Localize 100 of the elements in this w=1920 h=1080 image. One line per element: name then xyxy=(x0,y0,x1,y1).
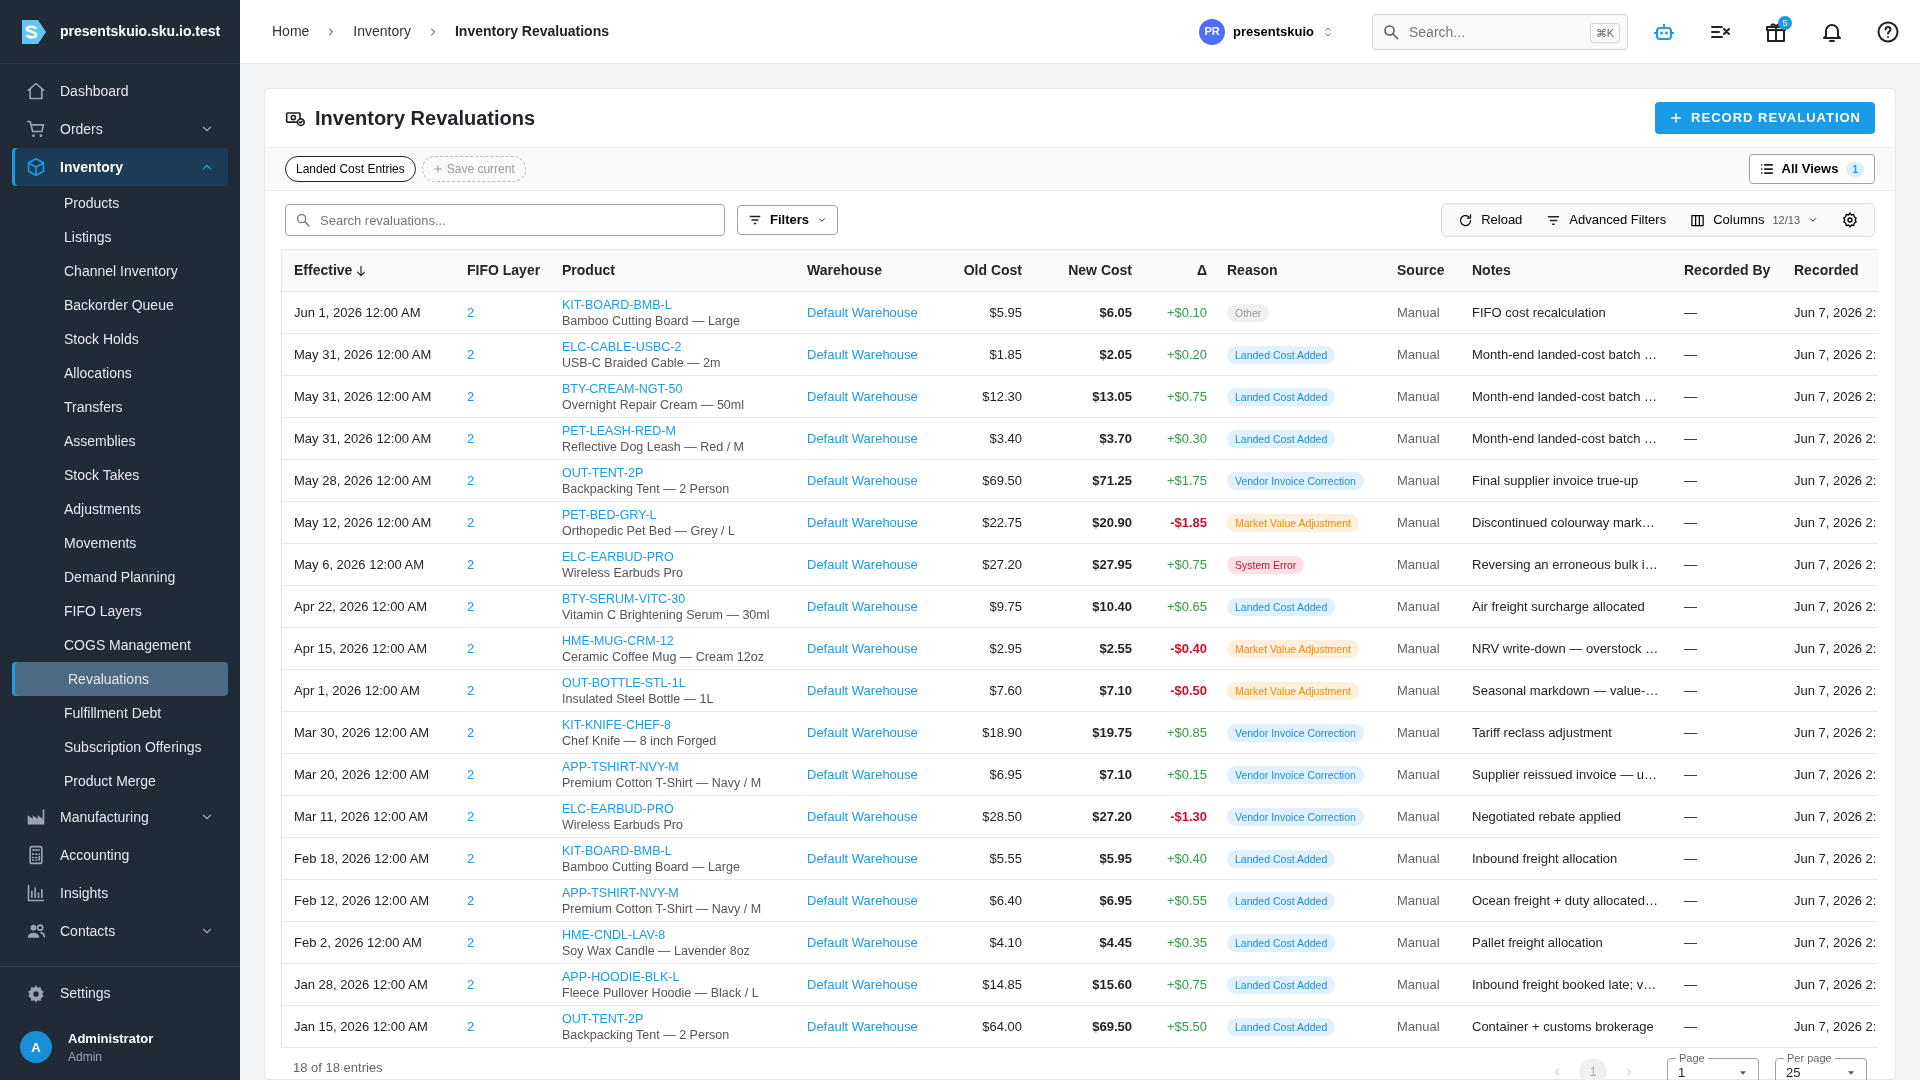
column-header[interactable]: Old Cost xyxy=(940,249,1030,292)
column-header[interactable]: Δ xyxy=(1140,249,1215,292)
fifo-layer-link[interactable]: 2 xyxy=(467,766,475,782)
fifo-layer-link[interactable]: 2 xyxy=(467,514,475,530)
sidebar-subitem[interactable]: Listings xyxy=(12,220,228,254)
sku-link[interactable]: KIT-BOARD-BMB-L xyxy=(562,296,787,313)
warehouse-link[interactable]: Default Warehouse xyxy=(807,934,918,950)
warehouse-link[interactable]: Default Warehouse xyxy=(807,346,918,362)
sidebar-item[interactable]: Orders xyxy=(12,110,228,148)
sidebar-subitem[interactable]: Stock Holds xyxy=(12,322,228,356)
fifo-layer-link[interactable]: 2 xyxy=(467,346,475,362)
sidebar-item[interactable]: Manufacturing xyxy=(12,798,228,836)
warehouse-link[interactable]: Default Warehouse xyxy=(807,430,918,446)
warehouse-link[interactable]: Default Warehouse xyxy=(807,472,918,488)
warehouse-link[interactable]: Default Warehouse xyxy=(807,640,918,656)
sidebar-subitem[interactable]: Product Merge xyxy=(12,764,228,798)
column-header[interactable]: New Cost xyxy=(1030,249,1140,292)
warehouse-link[interactable]: Default Warehouse xyxy=(807,892,918,908)
warehouse-link[interactable]: Default Warehouse xyxy=(807,724,918,740)
sidebar-item[interactable]: Insights xyxy=(12,874,228,912)
warehouse-link[interactable]: Default Warehouse xyxy=(807,850,918,866)
warehouse-link[interactable]: Default Warehouse xyxy=(807,304,918,320)
sku-link[interactable]: ELC-EARBUD-PRO xyxy=(562,548,787,565)
sku-link[interactable]: OUT-BOTTLE-STL-1L xyxy=(562,674,787,691)
sku-link[interactable]: BTY-SERUM-VITC-30 xyxy=(562,590,787,607)
sidebar-subitem[interactable]: Products xyxy=(12,186,228,220)
sidebar-subitem[interactable]: FIFO Layers xyxy=(12,594,228,628)
fifo-layer-link[interactable]: 2 xyxy=(467,304,475,320)
fifo-layer-link[interactable]: 2 xyxy=(467,808,475,824)
column-header[interactable]: Recorded By xyxy=(1672,249,1782,292)
fifo-layer-link[interactable]: 2 xyxy=(467,640,475,656)
column-header[interactable]: Source xyxy=(1385,249,1460,292)
sku-link[interactable]: APP-HOODIE-BLK-L xyxy=(562,968,787,985)
column-header[interactable]: Notes xyxy=(1460,249,1672,292)
account-switcher[interactable]: PR presentskuio xyxy=(1193,17,1340,46)
sidebar-subitem[interactable]: Adjustments xyxy=(12,492,228,526)
warehouse-link[interactable]: Default Warehouse xyxy=(807,682,918,698)
warehouse-link[interactable]: Default Warehouse xyxy=(807,766,918,782)
sku-link[interactable]: APP-TSHIRT-NVY-M xyxy=(562,884,787,901)
fifo-layer-link[interactable]: 2 xyxy=(467,472,475,488)
sidebar-item[interactable]: Dashboard xyxy=(12,72,228,110)
sidebar-subitem[interactable]: Fulfillment Debt xyxy=(12,696,228,730)
column-header[interactable]: Warehouse xyxy=(795,249,940,292)
advanced-filters-button[interactable]: Advanced Filters xyxy=(1536,205,1677,235)
fifo-layer-link[interactable]: 2 xyxy=(467,850,475,866)
sidebar-subitem[interactable]: Transfers xyxy=(12,390,228,424)
sidebar-subitem[interactable]: Revaluations xyxy=(12,662,228,696)
sidebar-subitem[interactable]: COGS Management xyxy=(12,628,228,662)
warehouse-link[interactable]: Default Warehouse xyxy=(807,556,918,572)
sku-link[interactable]: PET-LEASH-RED-M xyxy=(562,422,787,439)
fifo-layer-link[interactable]: 2 xyxy=(467,724,475,740)
fifo-layer-link[interactable]: 2 xyxy=(467,1018,475,1034)
column-header[interactable]: Reason xyxy=(1215,249,1385,292)
breadcrumb-link[interactable]: Inventory xyxy=(353,21,411,42)
fifo-layer-link[interactable]: 2 xyxy=(467,388,475,404)
sidebar-subitem[interactable]: Backorder Queue xyxy=(12,288,228,322)
search-field[interactable]: Search revaluations... xyxy=(285,204,725,236)
sidebar-subitem[interactable]: Allocations xyxy=(12,356,228,390)
fifo-layer-link[interactable]: 2 xyxy=(467,556,475,572)
column-header[interactable]: Product xyxy=(550,249,795,292)
sidebar-subitem[interactable]: Movements xyxy=(12,526,228,560)
record-revaluation-button[interactable]: RECORD REVALUATION xyxy=(1655,102,1875,134)
sku-link[interactable]: HME-MUG-CRM-12 xyxy=(562,632,787,649)
sku-link[interactable]: KIT-KNIFE-CHEF-8 xyxy=(562,716,787,733)
column-header[interactable]: Effective xyxy=(282,249,455,292)
fifo-layer-link[interactable]: 2 xyxy=(467,892,475,908)
sku-link[interactable]: ELC-EARBUD-PRO xyxy=(562,800,787,817)
warehouse-link[interactable]: Default Warehouse xyxy=(807,1018,918,1034)
sidebar-item[interactable]: Accounting xyxy=(12,836,228,874)
column-header[interactable]: Recorded xyxy=(1782,249,1878,292)
warehouse-link[interactable]: Default Warehouse xyxy=(807,514,918,530)
sku-link[interactable]: ELC-CABLE-USBC-2 xyxy=(562,338,787,355)
sidebar-subitem[interactable]: Stock Takes xyxy=(12,458,228,492)
settings-link[interactable]: Settings xyxy=(12,974,228,1013)
saved-view-chip[interactable]: Landed Cost Entries xyxy=(285,156,416,182)
sku-link[interactable]: OUT-TENT-2P xyxy=(562,464,787,481)
sku-link[interactable]: HME-CNDL-LAV-8 xyxy=(562,926,787,943)
sidebar-subitem[interactable]: Assemblies xyxy=(12,424,228,458)
column-header[interactable]: FIFO Layer xyxy=(455,249,550,292)
breadcrumb-link[interactable]: Home xyxy=(272,21,310,42)
sidebar-subitem[interactable]: Demand Planning xyxy=(12,560,228,594)
columns-button[interactable]: Columns 12/13 xyxy=(1680,205,1828,235)
sku-link[interactable]: OUT-TENT-2P xyxy=(562,1010,787,1027)
warehouse-link[interactable]: Default Warehouse xyxy=(807,976,918,992)
gifts-button[interactable]: 5 xyxy=(1756,11,1796,52)
sidebar-item[interactable]: Inventory xyxy=(12,148,228,186)
fifo-layer-link[interactable]: 2 xyxy=(467,598,475,614)
sku-link[interactable]: BTY-CREAM-NGT-50 xyxy=(562,380,787,397)
warehouse-link[interactable]: Default Warehouse xyxy=(807,808,918,824)
fifo-layer-link[interactable]: 2 xyxy=(467,682,475,698)
page-button[interactable]: 1 xyxy=(1579,1058,1607,1080)
sidebar-item[interactable]: Contacts xyxy=(12,912,228,950)
warehouse-link[interactable]: Default Warehouse xyxy=(807,388,918,404)
sku-link[interactable]: APP-TSHIRT-NVY-M xyxy=(562,758,787,775)
sku-link[interactable]: PET-BED-GRY-L xyxy=(562,506,787,523)
reload-button[interactable]: Reload xyxy=(1448,205,1533,235)
fifo-layer-link[interactable]: 2 xyxy=(467,976,475,992)
filters-button[interactable]: Filters xyxy=(737,205,838,235)
fifo-layer-link[interactable]: 2 xyxy=(467,430,475,446)
fifo-layer-link[interactable]: 2 xyxy=(467,934,475,950)
